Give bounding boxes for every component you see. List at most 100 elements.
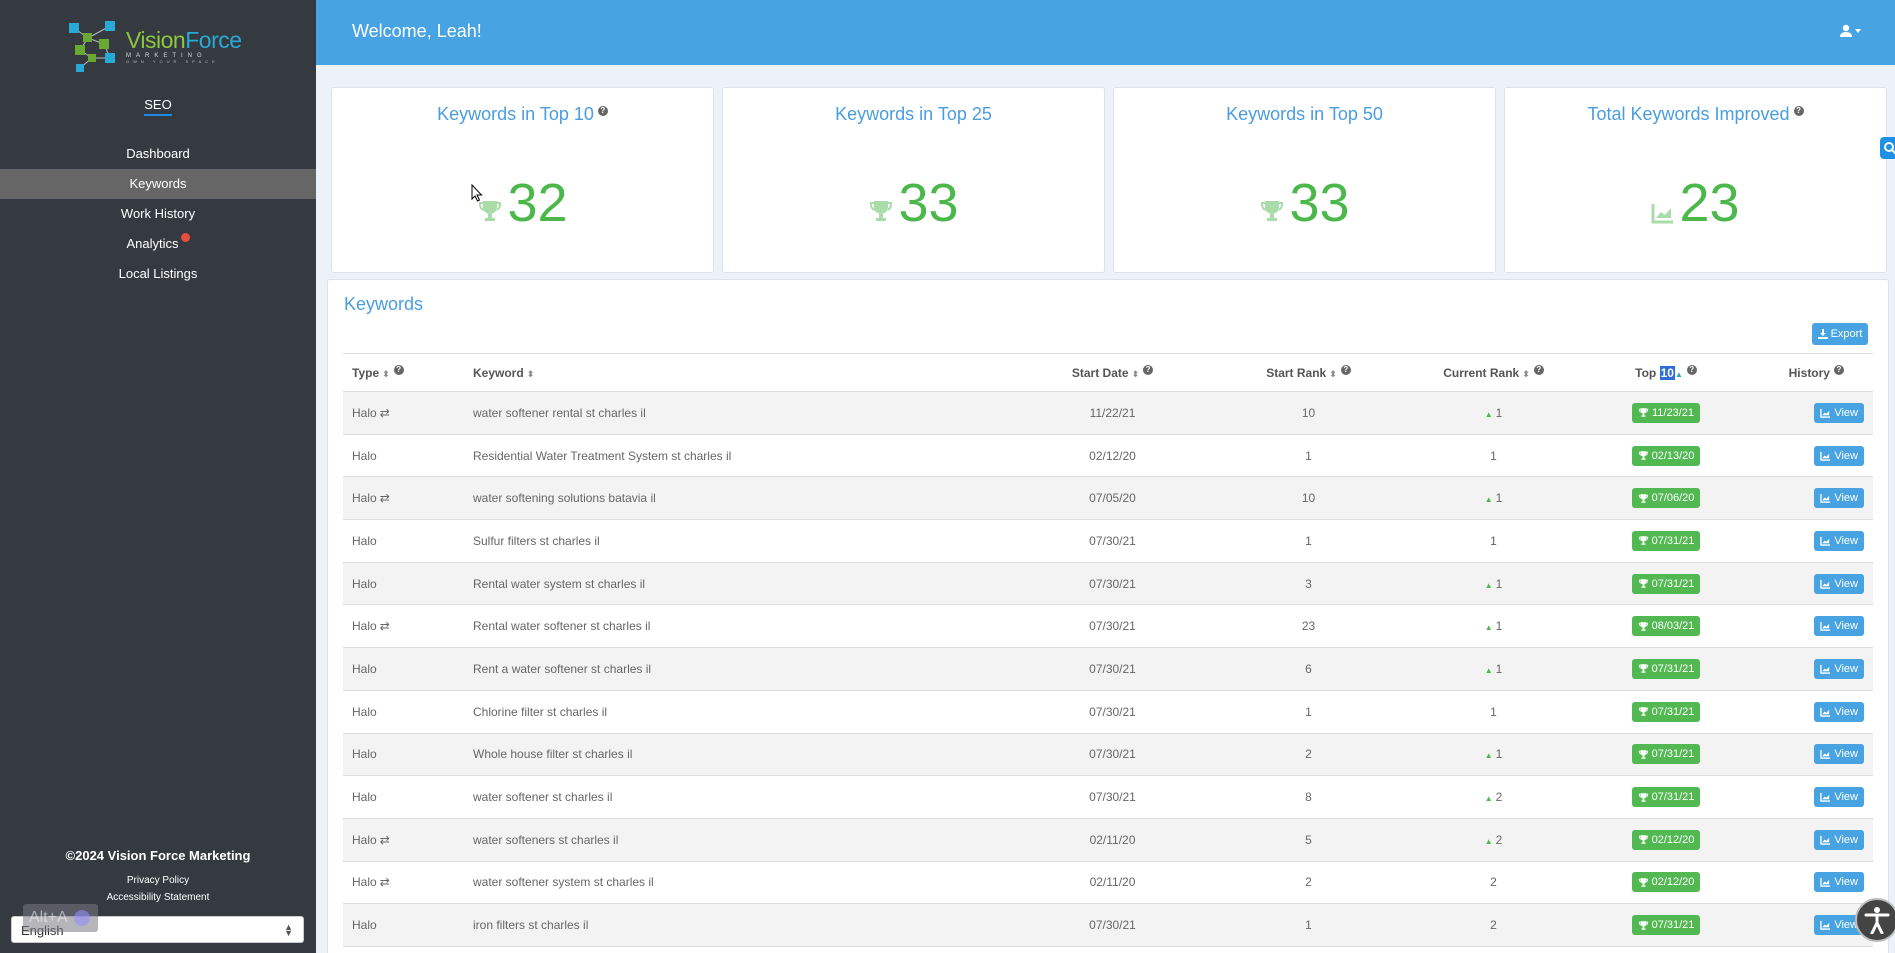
top-date-value: 07/31/21 (1651, 705, 1695, 718)
help-icon[interactable]: ? (1686, 365, 1697, 375)
cell-start-date: 07/30/21 (1089, 790, 1136, 805)
view-history-button[interactable]: View (1814, 872, 1864, 893)
sidebar-footer: ©2024 Vision Force Marketing Privacy Pol… (0, 848, 316, 909)
table-row: Halo Whole house filter st charles il 07/3… (343, 733, 1873, 776)
top-date-badge[interactable]: 08/03/21 (1631, 616, 1701, 637)
type-label: Halo (352, 491, 377, 506)
cell-history: View (1741, 818, 1873, 861)
top-date-badge[interactable]: 02/12/20 (1631, 829, 1701, 850)
stat-card-top-10: Keywords in Top 10? 32 (331, 87, 714, 273)
accessibility-search-widget[interactable] (1880, 137, 1895, 159)
top-date-badge[interactable]: 07/31/21 (1631, 530, 1701, 551)
user-menu-button[interactable] (1839, 24, 1861, 38)
trophy-icon (1638, 579, 1648, 588)
view-history-button[interactable]: View (1814, 701, 1864, 722)
cell-start-date: 07/30/21 (1089, 918, 1136, 933)
top-date-badge[interactable]: 07/31/21 (1631, 915, 1701, 936)
keywords-table: Type ⬍? Keyword ⬍ Start Date ⬍? Start Rank ⬍… (343, 353, 1873, 947)
top-date-badge[interactable]: 07/31/21 (1631, 787, 1701, 808)
cell-start-rank: 6 (1305, 661, 1312, 676)
column-header-current-rank[interactable]: Current Rank ⬍? (1396, 353, 1591, 392)
type-label: Halo (352, 533, 377, 548)
view-history-button[interactable]: View (1814, 744, 1864, 765)
table-row: Halo ⇄ Rental water softener st charles il… (343, 605, 1873, 648)
top-date-badge[interactable]: 07/31/21 (1631, 658, 1701, 679)
help-icon[interactable]: ? (393, 365, 404, 375)
privacy-policy-link[interactable]: Privacy Policy (0, 875, 316, 886)
view-history-button[interactable]: View (1814, 787, 1864, 808)
cell-top: 07/31/21 (1591, 690, 1741, 733)
sidebar-item-local-listings[interactable]: Local Listings (0, 259, 316, 289)
help-icon[interactable]: ? (1143, 365, 1154, 375)
column-header-keyword[interactable]: Keyword ⬍ (464, 353, 1004, 392)
cell-start-date: 02/11/20 (1089, 875, 1136, 890)
top-date-value: 02/12/20 (1651, 876, 1695, 889)
column-header-label: Start Date (1071, 366, 1129, 380)
sidebar-item-analytics[interactable]: Analytics (0, 229, 316, 259)
accessibility-statement-link[interactable]: Accessibility Statement (0, 892, 316, 903)
help-icon[interactable]: ? (1833, 365, 1844, 375)
sidebar-item-dashboard[interactable]: Dashboard (0, 139, 316, 169)
view-history-button[interactable]: View (1814, 402, 1864, 423)
view-history-button[interactable]: View (1814, 530, 1864, 551)
view-history-button[interactable]: View (1814, 658, 1864, 679)
logo-subtitle: MARKETING (126, 52, 207, 59)
rank-up-icon: ▲ (1484, 836, 1493, 846)
column-header-label: Start Rank (1266, 366, 1327, 380)
column-header-top[interactable]: Top 10▲? (1591, 353, 1741, 392)
top-date-badge[interactable]: 07/31/21 (1631, 573, 1701, 594)
accessibility-person-icon (1864, 907, 1890, 934)
cell-start-rank: 1 (1305, 448, 1312, 463)
help-icon[interactable]: ? (1533, 365, 1544, 375)
column-header-start-date[interactable]: Start Date ⬍? (1004, 353, 1221, 392)
cell-history: View (1741, 392, 1873, 435)
top-date-badge[interactable]: 07/06/20 (1631, 488, 1701, 509)
sidebar-item-work-history[interactable]: Work History (0, 199, 316, 229)
current-rank-value: 1 (1495, 491, 1503, 506)
column-header-type[interactable]: Type ⬍? (343, 353, 464, 392)
cell-start-date: 07/30/21 (1089, 533, 1136, 548)
stat-card-title: Total Keywords Improved (1587, 104, 1790, 124)
view-history-button[interactable]: View (1814, 488, 1864, 509)
current-rank-value: 1 (1490, 448, 1497, 463)
top-date-badge[interactable]: 02/13/20 (1631, 445, 1701, 466)
help-icon[interactable]: ? (597, 106, 608, 116)
view-history-button[interactable]: View (1814, 829, 1864, 850)
cell-keyword: water softener rental st charles il (473, 405, 646, 420)
cell-current-rank: ▲ 2 (1396, 818, 1591, 861)
cell-keyword: Whole house filter st charles il (473, 747, 633, 762)
area-chart-icon (1651, 204, 1674, 224)
export-button[interactable]: Export (1812, 323, 1868, 345)
top-date-badge[interactable]: 11/23/21 (1631, 402, 1700, 423)
caret-down-icon (1855, 29, 1861, 33)
cell-history: View (1741, 776, 1873, 819)
help-icon[interactable]: ? (1793, 106, 1804, 116)
column-header-start-rank[interactable]: Start Rank ⬍? (1221, 353, 1396, 392)
sidebar-item-keywords[interactable]: Keywords (0, 169, 316, 199)
stat-card-title: Keywords in Top 50 (1226, 104, 1383, 124)
table-row: Halo ⇄ water softening solutions batavia i… (343, 476, 1873, 520)
logo[interactable]: VisionForce MARKETING OWN YOUR SPACE (66, 16, 256, 76)
view-label: View (1834, 577, 1858, 590)
trophy-icon (1638, 408, 1649, 418)
view-history-button[interactable]: View (1814, 573, 1864, 594)
top-date-badge[interactable]: 07/31/21 (1631, 744, 1701, 765)
top-threshold-value[interactable]: 10 (1659, 366, 1675, 380)
panel-title: Keywords (344, 294, 424, 314)
select-caret-icon: ▲ ▼ (284, 922, 293, 938)
rank-up-icon: ▲ (1484, 623, 1493, 633)
top-date-badge[interactable]: 07/31/21 (1631, 701, 1701, 722)
current-rank-value: 1 (1490, 704, 1497, 719)
alt-a-shortcut-widget[interactable]: Alt+A (23, 904, 98, 932)
stat-card-total-improved: Total Keywords Improved? 23 (1504, 87, 1887, 273)
sort-ascending-icon: ▲ (1674, 370, 1683, 379)
accessibility-button[interactable] (1855, 898, 1895, 942)
line-chart-icon (1820, 536, 1831, 546)
view-history-button[interactable]: View (1814, 445, 1864, 466)
help-icon[interactable]: ? (1340, 365, 1351, 375)
logo-network-icon (69, 21, 115, 72)
view-history-button[interactable]: View (1814, 616, 1864, 637)
cell-top: 11/23/21 (1591, 392, 1741, 435)
top-date-badge[interactable]: 02/12/20 (1631, 872, 1701, 893)
line-chart-icon (1820, 921, 1831, 930)
